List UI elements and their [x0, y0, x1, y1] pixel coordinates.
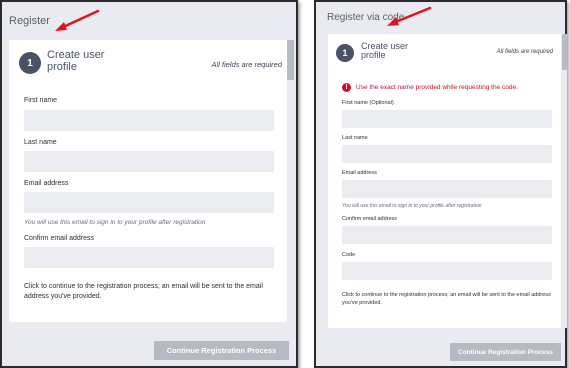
- confirm-email-label: Confirm email address: [24, 235, 95, 242]
- error-message: Use the exact name provided while reques…: [356, 84, 518, 91]
- email-label: Email address: [24, 180, 69, 187]
- error-message-row: ! Use the exact name provided while requ…: [342, 83, 518, 92]
- step-badge: 1: [336, 44, 354, 62]
- code-label: Code: [342, 252, 356, 258]
- continue-registration-button[interactable]: Continue Registration Process: [154, 341, 289, 360]
- email-hint: You will use this email to sign in to yo…: [342, 203, 482, 209]
- scrollbar[interactable]: [562, 34, 567, 328]
- last-name-label: Last name: [342, 135, 368, 141]
- register-panel: Register 1 Create user profile All field…: [0, 0, 298, 368]
- continue-registration-button[interactable]: Continue Registration Process: [450, 343, 561, 361]
- code-input[interactable]: [342, 262, 552, 280]
- confirm-email-label: Confirm email address: [342, 216, 398, 222]
- first-name-label: First name (Optional): [342, 100, 394, 106]
- form-card: 1 Create user profile All fields are req…: [328, 34, 561, 328]
- footer-text: Click to continue to the registration pr…: [342, 292, 551, 306]
- step-badge: 1: [19, 52, 41, 74]
- last-name-label: Last name: [24, 139, 57, 146]
- email-hint: You will use this email to sign in to yo…: [24, 219, 206, 226]
- panel-title: Register: [9, 15, 50, 27]
- annotation-arrow-left-icon: [55, 9, 100, 31]
- email-input[interactable]: [24, 192, 274, 213]
- annotation-arrow-right-icon: [387, 6, 432, 26]
- scrollbar-thumb[interactable]: [287, 40, 294, 80]
- confirm-email-input[interactable]: [24, 247, 274, 268]
- error-icon: !: [342, 83, 351, 92]
- first-name-label: First name: [24, 97, 58, 104]
- step-title: Create user profile: [47, 49, 105, 73]
- last-name-input[interactable]: [24, 151, 274, 172]
- last-name-input[interactable]: [342, 145, 552, 163]
- scrollbar-thumb[interactable]: [562, 34, 567, 70]
- footer-text: Click to continue to the registration pr…: [24, 283, 263, 300]
- first-name-input[interactable]: [342, 110, 552, 128]
- register-via-code-panel: Register via code 1 Create user profile …: [314, 0, 567, 368]
- step-title: Create user profile: [361, 41, 409, 61]
- confirm-email-input[interactable]: [342, 226, 552, 244]
- form-card: 1 Create user profile All fields are req…: [9, 40, 292, 322]
- required-note: All fields are required: [496, 49, 553, 55]
- email-input[interactable]: [342, 180, 552, 198]
- email-label: Email address: [342, 170, 377, 176]
- scrollbar[interactable]: [287, 40, 294, 322]
- required-note: All fields are required: [211, 60, 282, 69]
- first-name-input[interactable]: [24, 110, 274, 131]
